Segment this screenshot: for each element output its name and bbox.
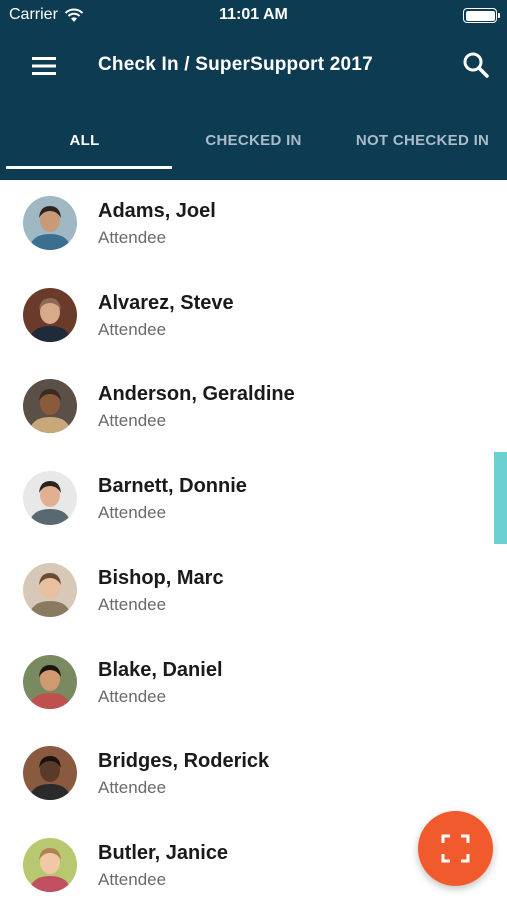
attendee-row[interactable]: Bishop, Marc Attendee [0, 547, 507, 638]
scan-icon [441, 834, 470, 863]
attendee-role: Attendee [98, 686, 167, 706]
battery-icon [463, 8, 500, 23]
avatar [23, 746, 77, 801]
attendee-row[interactable]: Anderson, Geraldine Attendee [0, 363, 507, 454]
attendee-list: Adams, Joel Attendee Alvarez, Steve Attende… [0, 180, 507, 900]
avatar [23, 196, 77, 250]
avatar [23, 287, 77, 342]
attendee-role: Attendee [98, 228, 167, 247]
attendee-row[interactable]: Adams, Joel Attendee [0, 180, 507, 271]
attendee-row[interactable]: Blake, Daniel Attendee [0, 639, 507, 730]
filter-tabs: ALL CHECKED IN NOT CHECKED IN [0, 116, 507, 172]
attendee-name: Bridges, Roderick [98, 750, 270, 773]
attendee-row[interactable]: Bridges, Roderick Attendee [0, 730, 507, 821]
attendee-name: Adams, Joel [98, 200, 216, 222]
attendee-name: Alvarez, Steve [98, 291, 234, 314]
attendee-role: Attendee [98, 319, 167, 339]
avatar [23, 837, 77, 892]
status-time: 11:01 AM [219, 6, 288, 23]
attendee-role: Attendee [98, 411, 167, 431]
attendee-name: Barnett, Donnie [98, 475, 247, 498]
search-icon[interactable] [461, 50, 491, 80]
app-bar: Check In / SuperSupport 2017 [0, 40, 507, 92]
attendee-row[interactable]: Barnett, Donnie Attendee [0, 455, 507, 546]
attendee-name: Anderson, Geraldine [98, 383, 295, 406]
tab-checked-in[interactable]: CHECKED IN [169, 116, 338, 172]
avatar [23, 654, 77, 709]
attendee-role: Attendee [98, 869, 167, 889]
avatar [23, 562, 77, 617]
menu-icon[interactable] [28, 53, 60, 79]
avatar [23, 471, 77, 526]
page-title: Check In / SuperSupport 2017 [98, 54, 373, 75]
tab-not-checked-in[interactable]: NOT CHECKED IN [338, 116, 507, 172]
attendee-role: Attendee [98, 778, 167, 798]
attendee-role: Attendee [98, 503, 167, 523]
scan-button[interactable] [418, 811, 493, 886]
status-bar: Carrier 11:01 AM [0, 0, 507, 30]
attendee-name: Butler, Janice [98, 841, 229, 864]
app-header: Carrier 11:01 AM Check In / SuperSupport… [0, 0, 507, 180]
attendee-name: Bishop, Marc [98, 566, 224, 589]
tab-all[interactable]: ALL [0, 116, 169, 172]
attendee-name: Blake, Daniel [98, 658, 223, 681]
attendee-role: Attendee [98, 594, 167, 614]
avatar [23, 379, 77, 434]
attendee-row[interactable]: Alvarez, Steve Attendee [0, 272, 507, 363]
scrollbar-thumb[interactable] [494, 452, 507, 544]
active-tab-indicator [6, 166, 172, 169]
